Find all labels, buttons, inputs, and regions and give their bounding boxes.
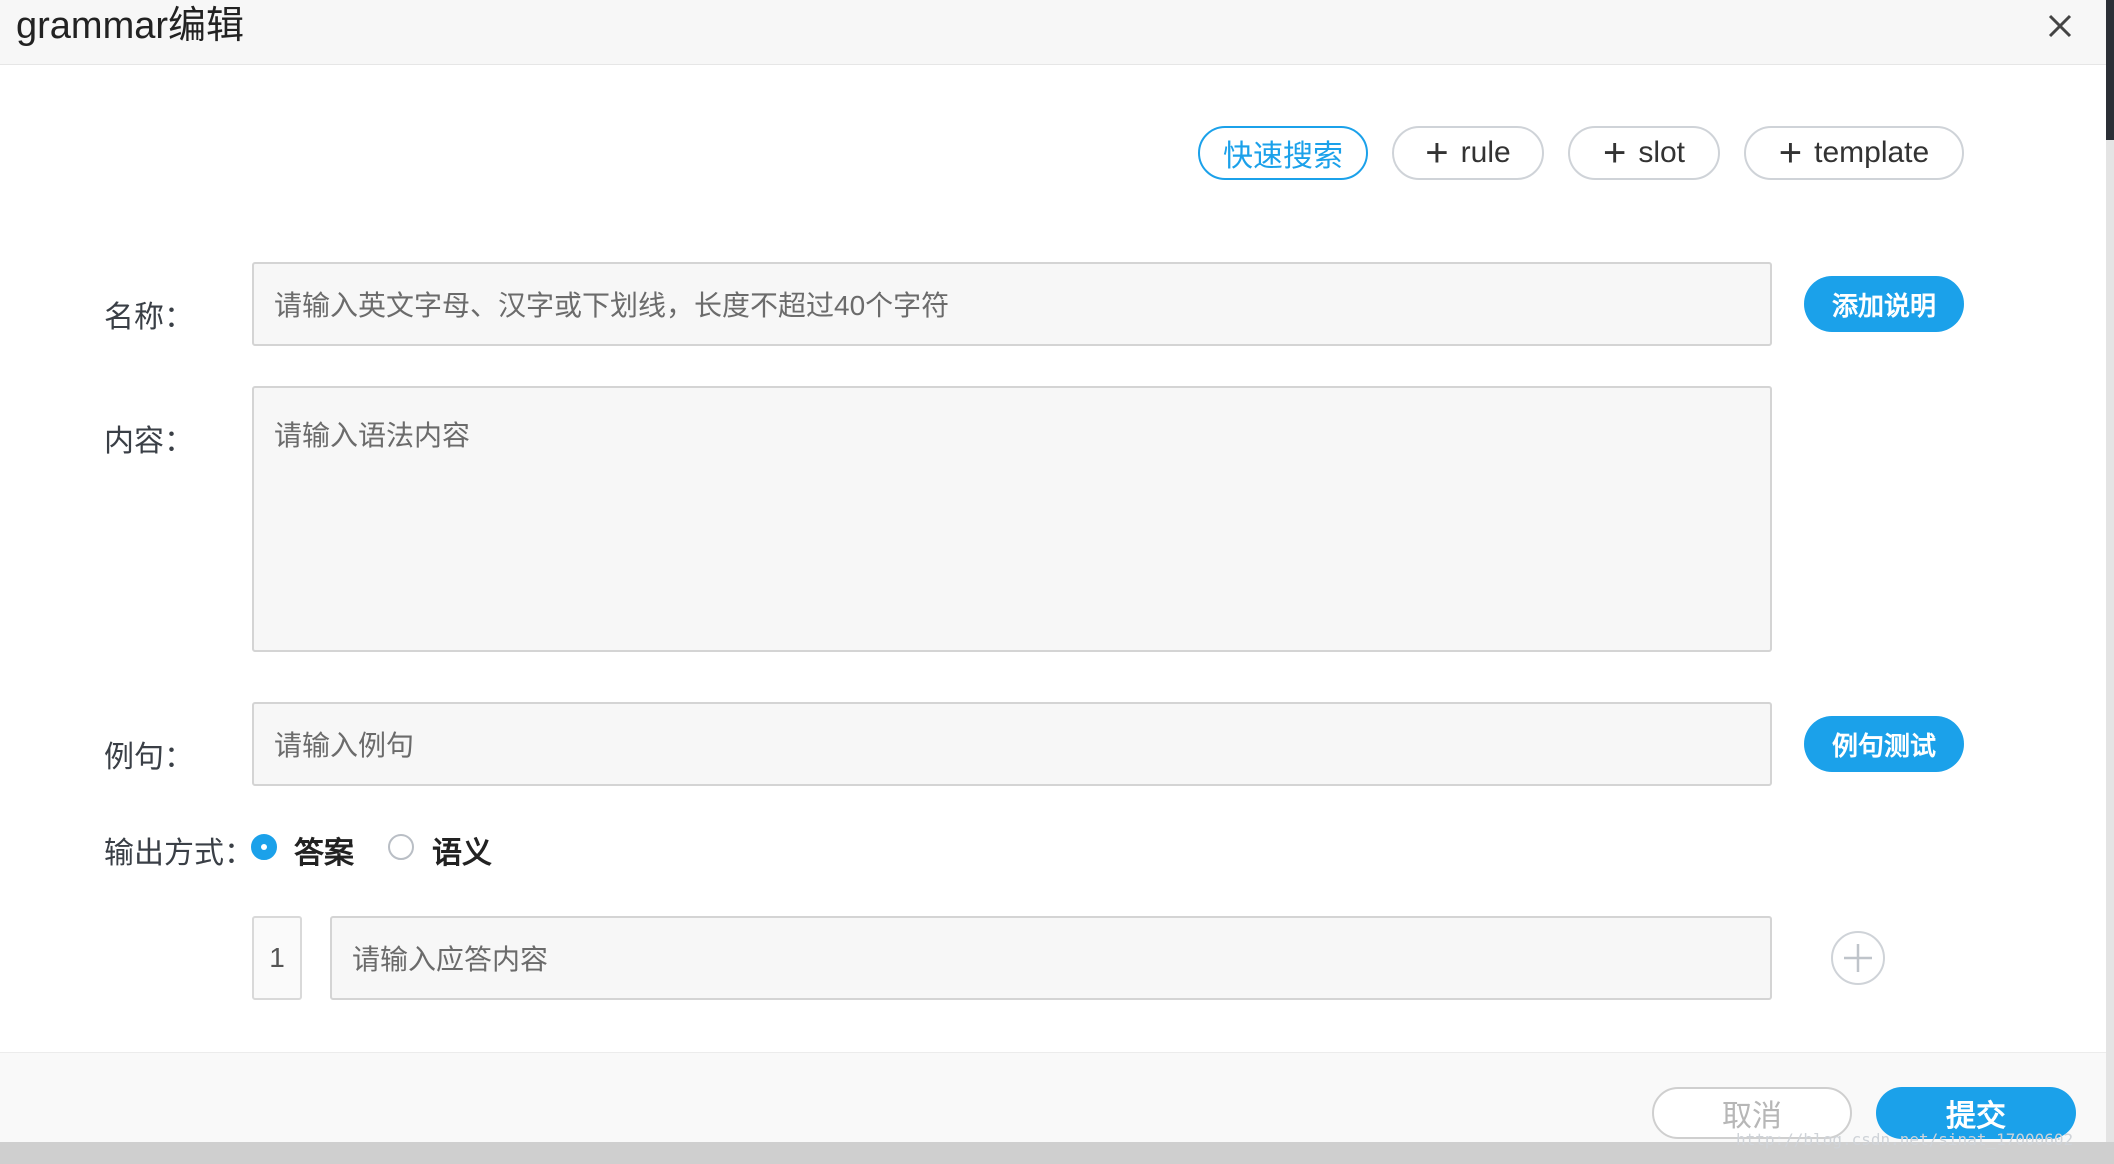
content-placeholder: 请输入语法内容 (274, 420, 471, 451)
radio-unchecked-icon[interactable] (388, 834, 414, 860)
watermark-text: http://blog.csdn.net/sinat_17000602 (1736, 1130, 2074, 1149)
dialog-header: grammar编辑 (0, 0, 2106, 65)
grammar-edit-dialog: grammar编辑 快速搜索 + rule + slot + template … (0, 0, 2106, 1142)
add-rule-label: rule (1460, 136, 1511, 169)
add-circle-icon[interactable] (1830, 930, 1886, 986)
dialog-footer: 取消 提交 (0, 1052, 2106, 1142)
plus-icon: + (1602, 131, 1627, 175)
example-input[interactable]: 请输入例句 (252, 702, 1772, 786)
answer-input[interactable]: 请输入应答内容 (330, 916, 1772, 1000)
content-textarea[interactable]: 请输入语法内容 (252, 386, 1772, 652)
test-example-button[interactable]: 例句测试 (1804, 716, 1964, 772)
plus-icon: + (1425, 131, 1449, 175)
name-input[interactable]: 请输入英文字母、汉字或下划线，长度不超过40个字符 (252, 262, 1772, 346)
background-panel (2106, 0, 2114, 140)
quick-search-button[interactable]: 快速搜索 (1198, 126, 1368, 180)
name-label: 名称： (104, 301, 194, 334)
answer-index: 1 (252, 916, 302, 1000)
quick-search-label: 快速搜索 (1223, 140, 1343, 173)
add-template-button[interactable]: + template (1744, 126, 1964, 180)
radio-checked-icon[interactable] (251, 834, 277, 860)
background-scrollbar (2106, 0, 2114, 1164)
close-icon[interactable] (2040, 6, 2080, 46)
output-mode-label: 输出方式： (104, 837, 254, 870)
add-slot-button[interactable]: + slot (1568, 126, 1720, 180)
output-option-semantic[interactable]: 语义 (432, 828, 492, 872)
content-label: 内容： (104, 425, 194, 458)
add-rule-button[interactable]: + rule (1392, 126, 1544, 180)
add-description-button[interactable]: 添加说明 (1804, 276, 1964, 332)
answer-placeholder: 请输入应答内容 (352, 944, 549, 975)
example-label: 例句： (104, 741, 194, 774)
output-option-answer[interactable]: 答案 (294, 828, 354, 872)
plus-icon: + (1778, 131, 1803, 175)
example-placeholder: 请输入例句 (274, 730, 415, 761)
add-slot-label: slot (1638, 136, 1686, 169)
dialog-title: grammar编辑 (16, 5, 245, 47)
name-placeholder: 请输入英文字母、汉字或下划线，长度不超过40个字符 (274, 290, 950, 321)
add-template-label: template (1814, 136, 1930, 169)
